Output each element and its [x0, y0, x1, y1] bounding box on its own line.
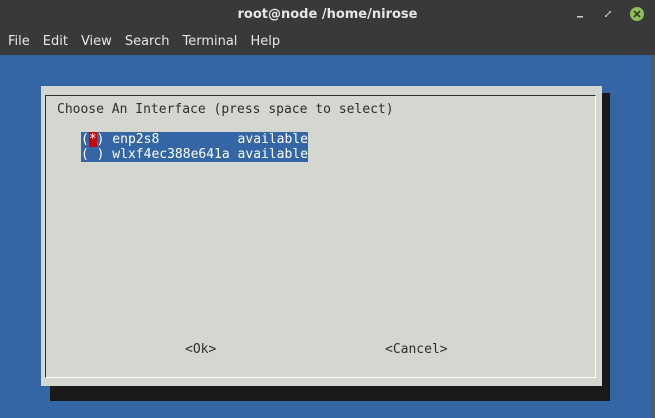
menu-file[interactable]: File	[8, 34, 30, 49]
interface-name: enp2s8	[104, 132, 238, 147]
dialog-title: Choose An Interface (press space to sele…	[57, 102, 394, 117]
scrollbar[interactable]	[651, 55, 655, 418]
radio-close: )	[96, 147, 105, 162]
maximize-icon	[605, 11, 611, 17]
maximize-button[interactable]	[598, 4, 618, 24]
menu-view[interactable]: View	[81, 34, 112, 49]
cancel-button[interactable]: <Cancel>	[385, 342, 448, 357]
radio-open: (	[81, 132, 89, 147]
interface-option-enp2s8[interactable]: (*) enp2s8 available	[81, 132, 308, 147]
interface-status: available	[237, 132, 308, 147]
close-button[interactable]	[627, 4, 647, 24]
interface-name: wlxf4ec388e641a	[104, 147, 238, 162]
close-icon	[630, 7, 644, 21]
minimize-icon	[577, 16, 583, 18]
terminal-window: root@node /home/nirose File Edit View Se…	[0, 0, 655, 418]
radio-open: (	[81, 147, 89, 162]
radio-mark[interactable]: *	[88, 132, 97, 147]
interface-status: available	[237, 147, 308, 162]
radio-close: )	[96, 132, 105, 147]
window-title: root@node /home/nirose	[237, 7, 418, 22]
interface-option-wlxf4ec388e641a[interactable]: ( ) wlxf4ec388e641a available	[81, 147, 308, 162]
title-bar[interactable]: root@node /home/nirose	[0, 0, 655, 29]
minimize-button[interactable]	[570, 4, 590, 24]
scrollbar-thumb[interactable]	[651, 55, 655, 418]
menu-bar: File Edit View Search Terminal Help	[0, 29, 655, 54]
menu-help[interactable]: Help	[250, 34, 280, 49]
radio-mark[interactable]	[89, 147, 97, 162]
interface-dialog: Choose An Interface (press space to sele…	[41, 86, 602, 386]
menu-terminal[interactable]: Terminal	[182, 34, 237, 49]
ok-button[interactable]: <Ok>	[185, 342, 216, 357]
menu-search[interactable]: Search	[125, 34, 170, 49]
menu-edit[interactable]: Edit	[43, 34, 68, 49]
